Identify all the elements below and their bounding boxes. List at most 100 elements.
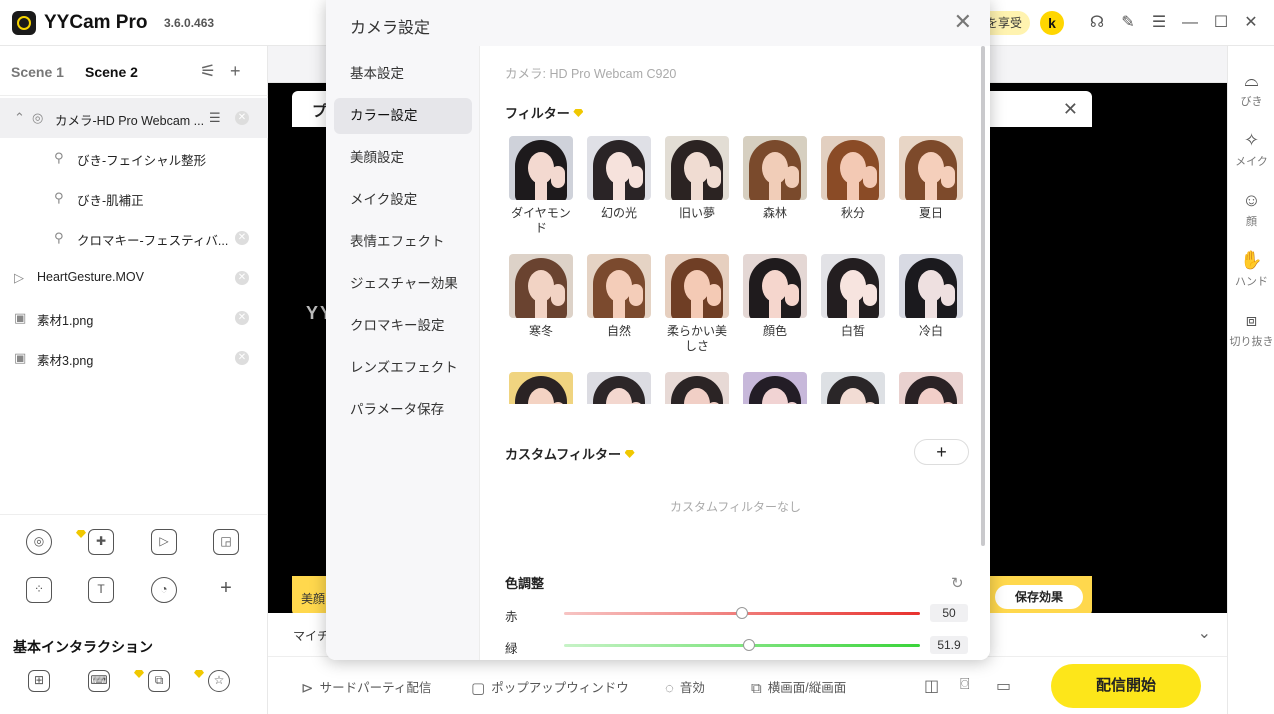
close-icon[interactable]: ✕: [1241, 13, 1261, 33]
layer-item[interactable]: ⚲ びき-肌補正: [0, 178, 268, 218]
go-live-button[interactable]: 配信開始: [1051, 664, 1201, 708]
text-source-icon[interactable]: T: [88, 577, 114, 603]
nav-item[interactable]: ジェスチャー効果: [334, 266, 472, 302]
remove-layer-icon[interactable]: ✕: [235, 231, 249, 245]
filter-thumbnail: [587, 254, 651, 318]
filter-item[interactable]: 夏日: [898, 136, 964, 221]
filter-item[interactable]: [664, 372, 730, 404]
snapshot-camera-icon[interactable]: ⌼: [960, 676, 970, 694]
nav-item[interactable]: 基本設定: [334, 56, 472, 92]
slider-value[interactable]: 51.9: [930, 636, 968, 654]
add-custom-filter-button[interactable]: +: [914, 439, 969, 465]
sidebar-item-beauty[interactable]: ⌓ びき: [1228, 70, 1274, 109]
filter-item[interactable]: 寒冬: [508, 254, 574, 339]
scene-settings-icon[interactable]: ⚟: [200, 61, 216, 82]
plugin-source-icon[interactable]: ✚: [88, 529, 114, 555]
menu-icon[interactable]: ☰: [1149, 13, 1169, 33]
layer-item[interactable]: ▣ 素材1.png ✕: [0, 298, 268, 338]
nav-item[interactable]: カラー設定: [334, 98, 472, 134]
filter-item[interactable]: [820, 372, 886, 404]
record-video-icon[interactable]: ▭: [996, 676, 1011, 696]
collapse-icon[interactable]: ⌃: [14, 110, 25, 126]
sidebar-item-hand[interactable]: ✋ ハンド: [1228, 250, 1274, 289]
filter-item[interactable]: [898, 372, 964, 404]
filter-item[interactable]: 自然: [586, 254, 652, 339]
remove-layer-icon[interactable]: ✕: [235, 111, 249, 125]
cast-source-icon[interactable]: ◲: [213, 529, 239, 555]
sidebar-item-cutout[interactable]: ⧈ 切り抜き: [1228, 310, 1274, 349]
layer-item[interactable]: ⚲ クロマキー-フェスティバ... ✕: [0, 218, 268, 258]
filter-thumbnail: [509, 254, 573, 318]
camera-source-icon[interactable]: ◎: [26, 529, 52, 555]
keyboard-icon[interactable]: ⌨: [88, 670, 110, 692]
reset-icon[interactable]: ↻: [951, 574, 964, 592]
filter-item[interactable]: 秋分: [820, 136, 886, 221]
chevron-down-icon[interactable]: ⌄: [1198, 623, 1211, 643]
layer-item[interactable]: ▣ 素材3.png ✕: [0, 338, 268, 378]
filter-item[interactable]: [586, 372, 652, 404]
filter-item[interactable]: 冷白: [898, 254, 964, 339]
avatar[interactable]: k: [1040, 11, 1064, 35]
split-view-icon[interactable]: ◫: [924, 676, 939, 696]
filter-thumbnail: [665, 372, 729, 404]
screens-icon[interactable]: ⧉: [148, 670, 170, 692]
close-icon[interactable]: ✕: [1063, 99, 1078, 120]
layer-item[interactable]: ⌃ ◎ カメラ-HD Pro Webcam ... ☰ ✕: [0, 98, 268, 138]
orientation-icon: ⧉: [751, 680, 762, 697]
modal-header: カメラ設定 ✕: [326, 0, 990, 46]
layer-item[interactable]: ⚲ びき-フェイシャル整形: [0, 138, 268, 178]
remove-layer-icon[interactable]: ✕: [235, 311, 249, 325]
filter-item[interactable]: 幻の光: [586, 136, 652, 221]
filter-item[interactable]: 顔色: [742, 254, 808, 339]
slider-handle[interactable]: [736, 607, 748, 619]
filter-item[interactable]: 柔らかい美しさ: [664, 254, 730, 354]
filter-label: 秋分: [840, 206, 865, 220]
filter-item[interactable]: 旧い夢: [664, 136, 730, 221]
nav-item[interactable]: メイク設定: [334, 182, 472, 218]
filter-item[interactable]: 森林: [742, 136, 808, 221]
third-party-stream-button[interactable]: ⊳ サードパーティ配信: [301, 677, 431, 697]
headset-icon[interactable]: ☊: [1087, 13, 1107, 33]
source-tools: ◎ ✚ ▷ ◲ ⁘ T ◔ +: [0, 514, 268, 614]
video-source-icon[interactable]: ▷: [151, 529, 177, 555]
star-icon[interactable]: ☆: [208, 670, 230, 692]
nav-item[interactable]: 表情エフェクト: [334, 224, 472, 260]
slider-handle[interactable]: [742, 639, 755, 651]
thumb-hand: [707, 284, 721, 306]
close-icon[interactable]: ✕: [954, 11, 972, 33]
nav-item[interactable]: クロマキー設定: [334, 308, 472, 344]
filter-item[interactable]: [742, 372, 808, 404]
filter-item[interactable]: [508, 372, 574, 404]
nav-item[interactable]: レンズエフェクト: [334, 350, 472, 386]
sidebar-item-face[interactable]: ☺ 顔: [1228, 190, 1274, 229]
slider-value[interactable]: 50: [930, 604, 968, 622]
save-effect-button[interactable]: 保存効果: [995, 585, 1083, 609]
remove-layer-icon[interactable]: ✕: [235, 351, 249, 365]
popup-window-button[interactable]: ▢ ポップアップウィンドウ: [471, 677, 629, 697]
audio-effect-button[interactable]: ◌ 音効: [665, 677, 705, 697]
gift-icon[interactable]: ⊞: [28, 670, 50, 692]
tab-scene-2[interactable]: Scene 2: [85, 64, 138, 80]
nav-item[interactable]: 美顔設定: [334, 140, 472, 176]
nav-item[interactable]: パラメータ保存: [334, 392, 472, 428]
remove-layer-icon[interactable]: ✕: [235, 271, 249, 285]
feedback-icon[interactable]: ✎: [1118, 13, 1138, 33]
filter-item[interactable]: 白皙: [820, 254, 886, 339]
orientation-button[interactable]: ⧉ 横画面/縦画面: [751, 677, 846, 697]
layer-menu-icon[interactable]: ☰: [209, 110, 221, 126]
layer-item[interactable]: ▷ HeartGesture.MOV ✕: [0, 258, 268, 298]
filter-item[interactable]: ダイヤモンド: [508, 136, 574, 236]
sticker-source-icon[interactable]: ⁘: [26, 577, 52, 603]
tab-scene-1[interactable]: Scene 1: [11, 64, 64, 80]
filter-thumbnail: [509, 136, 573, 200]
draw-source-icon[interactable]: ◔: [151, 577, 177, 603]
add-source-icon[interactable]: +: [213, 577, 239, 603]
filter-thumbnail: [743, 254, 807, 318]
minimize-icon[interactable]: —: [1180, 13, 1200, 33]
add-scene-icon[interactable]: +: [230, 61, 241, 82]
layer-label: びき-肌補正: [77, 194, 144, 208]
sidebar-item-makeup[interactable]: ✧ メイク: [1228, 130, 1274, 169]
custom-filter-title: カスタムフィルター: [505, 444, 635, 463]
scrollbar[interactable]: [981, 46, 985, 546]
maximize-icon[interactable]: ☐: [1211, 13, 1231, 33]
